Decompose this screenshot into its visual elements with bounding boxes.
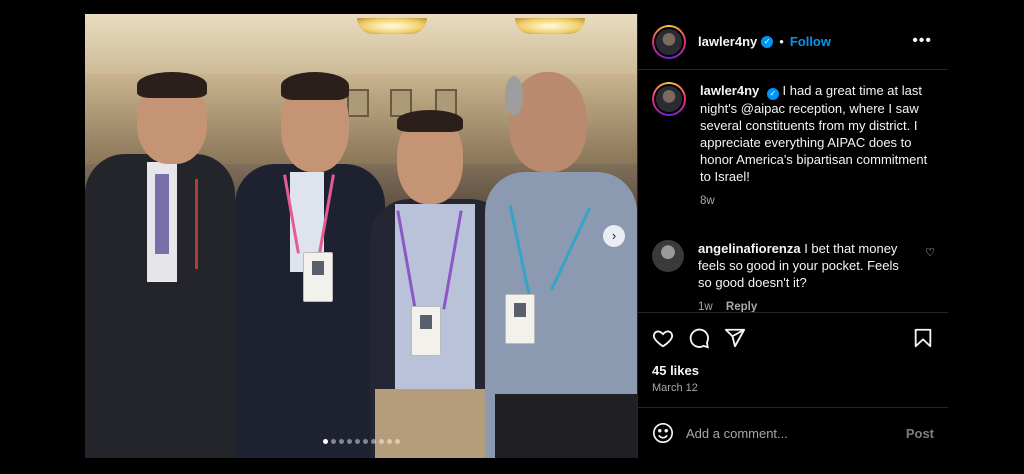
photo-chandelier [357, 18, 427, 34]
post-photo[interactable]: › [85, 14, 637, 458]
emoji-icon[interactable] [652, 422, 674, 444]
carousel-dot [354, 439, 360, 444]
next-image-button[interactable]: › [603, 225, 625, 247]
verified-badge-icon: ✓ [761, 35, 774, 48]
caption-username[interactable]: lawler4ny [700, 83, 759, 98]
caption-text: I had a great time at last night's @aipa… [700, 83, 928, 184]
carousel-dot [338, 439, 344, 444]
comment-username[interactable]: angelinafiorenza [698, 241, 801, 256]
share-icon[interactable] [724, 327, 746, 349]
heart-icon[interactable] [652, 327, 674, 349]
carousel-dot [322, 439, 328, 444]
carousel-dot [330, 439, 336, 444]
carousel-dot [386, 439, 392, 444]
post-comment-button[interactable]: Post [906, 426, 934, 441]
carousel-dot [362, 439, 368, 444]
bookmark-icon[interactable] [912, 327, 934, 349]
comment-item: angelinafiorenza I bet that money feels … [652, 240, 935, 316]
post-caption: lawler4ny ✓ I had a great time at last n… [652, 82, 935, 210]
commenter-avatar[interactable] [652, 240, 684, 272]
add-comment-bar: Post [638, 407, 948, 458]
post-sidebar: lawler4ny ✓ • Follow ••• lawler4ny ✓ I h… [637, 14, 948, 458]
action-bar: 45 likes March 12 [638, 312, 948, 407]
header-separator: • [779, 34, 784, 49]
caption-avatar[interactable] [652, 82, 686, 116]
carousel-dot [378, 439, 384, 444]
author-avatar[interactable] [652, 24, 686, 59]
instagram-post: › lawler4ny ✓ • Follow ••• lawler4ny ✓ I… [85, 14, 948, 458]
carousel-dot [370, 439, 376, 444]
carousel-dot [346, 439, 352, 444]
carousel-dot [394, 439, 400, 444]
post-date[interactable]: March 12 [652, 382, 698, 394]
comment-icon[interactable] [688, 327, 710, 349]
author-username[interactable]: lawler4ny [698, 34, 757, 49]
photo-wall-frame [347, 89, 369, 117]
photo-chandelier [515, 18, 585, 34]
post-header: lawler4ny ✓ • Follow ••• [638, 14, 948, 70]
verified-badge-icon: ✓ [766, 88, 779, 100]
follow-button[interactable]: Follow [790, 34, 831, 49]
likes-count[interactable]: 45 likes [652, 363, 699, 378]
carousel-indicator [85, 439, 637, 444]
more-horizontal-icon[interactable]: ••• [912, 32, 932, 50]
comment-like-heart-icon[interactable]: ♡ [925, 246, 935, 259]
caption-age[interactable]: 8w [700, 193, 935, 210]
comment-input[interactable] [686, 425, 906, 441]
